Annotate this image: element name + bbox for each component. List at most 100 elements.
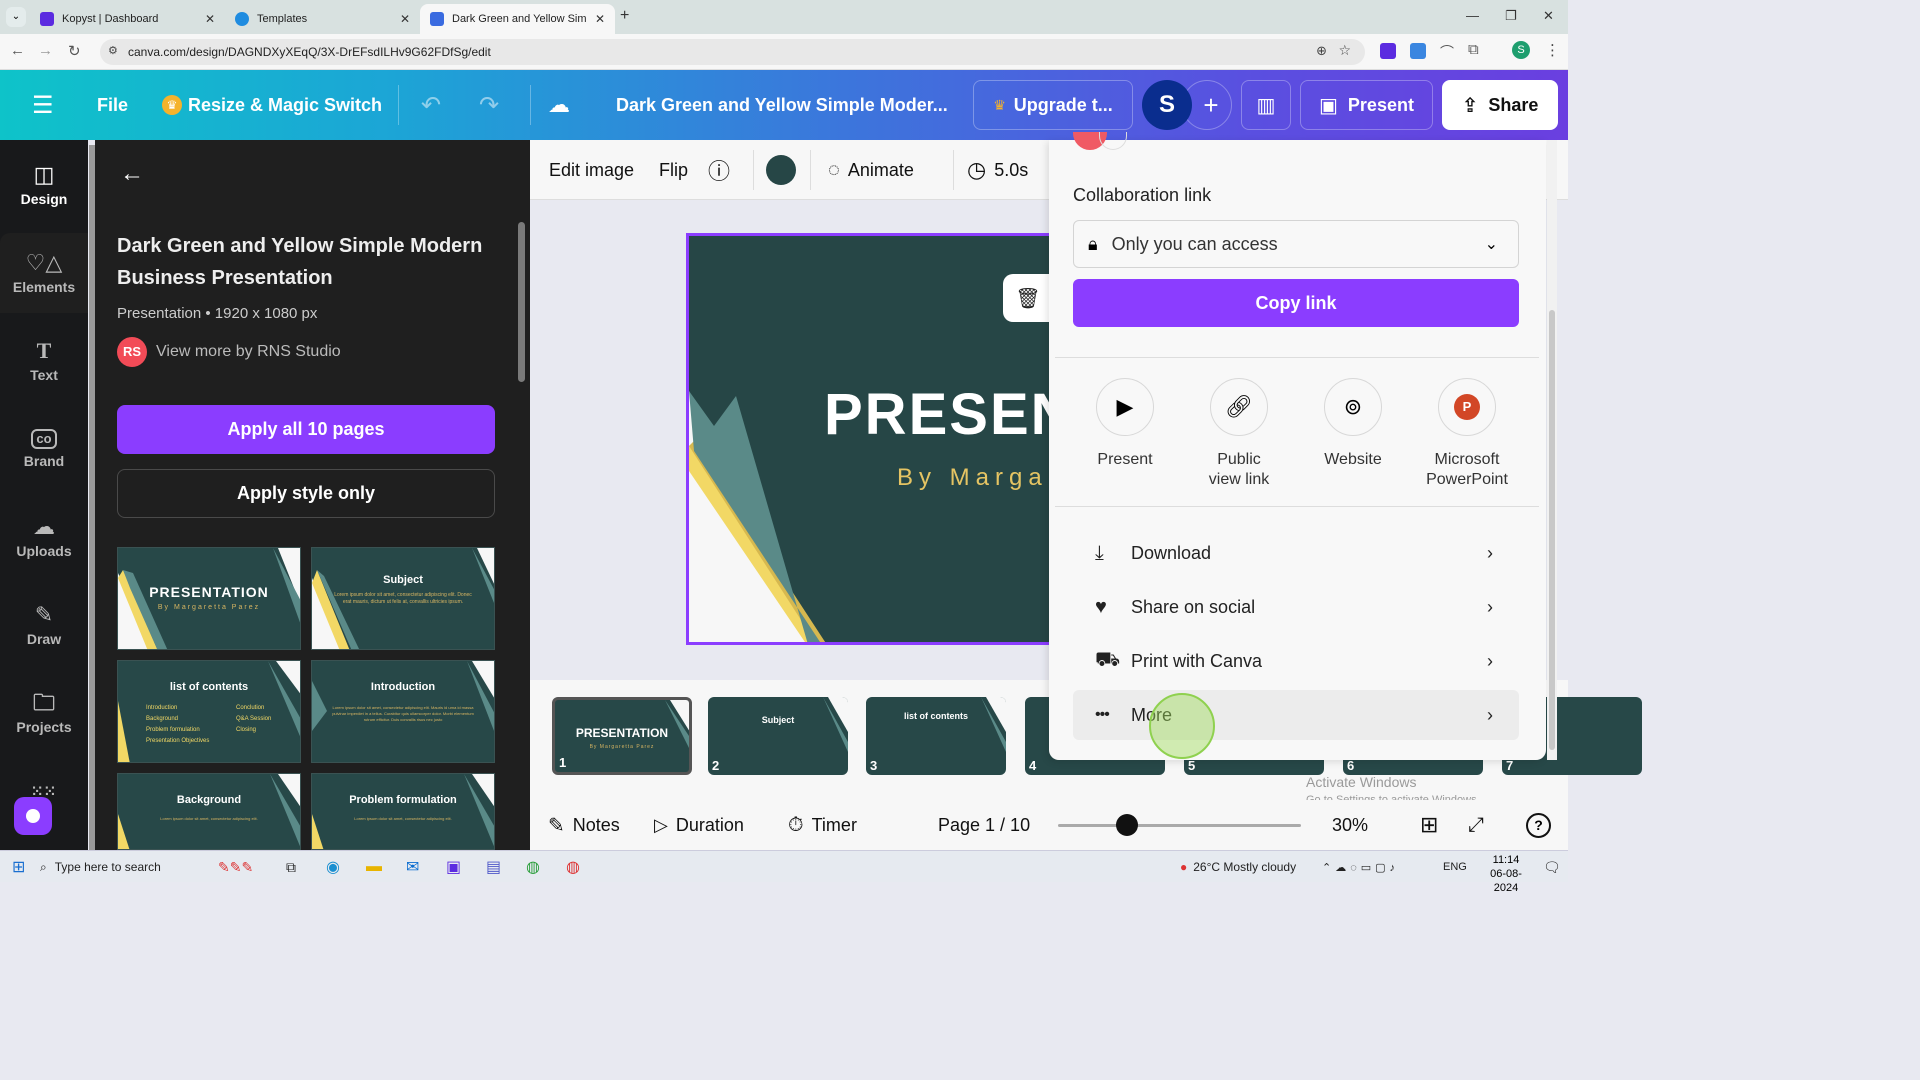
page-thumb-2[interactable]: Subject 2 <box>708 697 848 775</box>
animate-button[interactable]: ◌ Animate <box>828 140 914 200</box>
fullscreen-icon[interactable]: ⤢ <box>1468 800 1484 850</box>
kopyst-extension-icon[interactable] <box>1380 43 1396 59</box>
sidebar-item-brand[interactable]: co Brand <box>0 409 88 489</box>
close-tab-icon[interactable]: ✕ <box>400 12 410 26</box>
page-thumb-1[interactable]: PRESENTATION By Margaretta Parez 1 <box>552 697 692 775</box>
zoom-page-icon[interactable]: ⊕ <box>1316 43 1327 59</box>
color-swatch[interactable] <box>766 155 796 185</box>
url-input[interactable]: ⚙ canva.com/design/DAGNDXyXEqQ/3X-DrEFsd… <box>100 39 1365 65</box>
template-page-thumb[interactable]: Subject Lorem ipsum dolor sit amet, cons… <box>311 547 495 650</box>
upgrade-button[interactable]: ♛ Upgrade t... <box>973 80 1133 130</box>
undo-icon[interactable]: ↶ <box>421 70 441 140</box>
slide-subtitle[interactable]: By Margar <box>897 464 1062 492</box>
template-page-thumb[interactable]: PRESENTATION By Margaretta Parez <box>117 547 301 650</box>
scrollbar-thumb[interactable] <box>518 222 525 382</box>
link-icon[interactable]: 🔗︎ <box>1210 378 1268 436</box>
teams-icon[interactable]: ▤ <box>486 851 501 883</box>
page-thumb-3[interactable]: list of contents 3 <box>866 697 1006 775</box>
apply-style-only-button[interactable]: Apply style only <box>117 469 495 518</box>
slide-title[interactable]: PRESEN <box>824 381 1063 448</box>
windows-start-icon[interactable]: ⊞ <box>12 851 25 883</box>
back-icon[interactable]: ← <box>10 42 25 59</box>
scrollbar-thumb[interactable] <box>1549 310 1555 750</box>
share-panel-scrollbar[interactable] <box>1547 140 1557 760</box>
mail-icon[interactable]: ✉ <box>406 851 419 883</box>
edge-icon[interactable]: ◉ <box>326 851 340 883</box>
access-level-dropdown[interactable]: 🔒︎ Only you can access ⌄ <box>1073 220 1519 268</box>
reload-icon[interactable]: ↻ <box>68 42 81 60</box>
file-explorer-icon[interactable]: ▬ <box>366 851 382 883</box>
more-row[interactable]: ••• More › <box>1073 690 1519 740</box>
site-info-icon[interactable]: ⚙ <box>108 44 118 57</box>
kopyst-taskbar-icon[interactable]: ▣ <box>446 851 461 883</box>
clock[interactable]: 11:14 06-08-2024 <box>1478 853 1534 895</box>
new-tab-button[interactable]: + <box>620 7 629 25</box>
help-icon[interactable]: ? <box>1526 813 1551 838</box>
panel-scrollbar[interactable] <box>516 210 526 850</box>
chrome-active-icon[interactable]: ◍ <box>566 851 580 883</box>
zoom-slider-track[interactable] <box>1058 824 1301 827</box>
profile-avatar[interactable]: S <box>1512 41 1530 59</box>
website-icon[interactable]: ⊚ <box>1324 378 1382 436</box>
sidebar-item-elements[interactable]: ♡△ Elements <box>0 233 88 313</box>
duration-button[interactable]: ◷ 5.0s <box>967 140 1028 200</box>
system-tray-icons[interactable]: ⌃☁◌▭▢♪ <box>1322 851 1399 883</box>
minimize-button[interactable]: — <box>1466 8 1479 23</box>
sidebar-item-projects[interactable]: 🗀 Projects <box>0 673 88 753</box>
tab-templates[interactable]: Templates ✕ <box>225 4 420 34</box>
zoom-value[interactable]: 30% <box>1332 800 1368 850</box>
notifications-icon[interactable]: 🗨︎ <box>1543 851 1561 883</box>
sidebar-item-text[interactable]: T Text <box>0 321 88 401</box>
sidebar-item-design[interactable]: ◫ Design <box>0 145 88 225</box>
quick-action-website[interactable]: Website <box>1293 450 1413 470</box>
share-button[interactable]: ⇪ Share <box>1442 80 1558 130</box>
print-with-canva-row[interactable]: ⛟ Print with Canva › <box>1073 636 1519 686</box>
template-page-thumb[interactable]: Problem formulation Lorem ipsum dolor si… <box>311 773 495 850</box>
add-person-avatar[interactable] <box>1099 132 1127 150</box>
magic-assistant-button[interactable] <box>14 797 52 835</box>
present-icon[interactable]: ▶︎ <box>1096 378 1154 436</box>
present-button[interactable]: ▣ Present <box>1300 80 1433 130</box>
task-view-icon[interactable]: ⧉ <box>286 851 296 883</box>
extension-icon[interactable] <box>1410 43 1426 59</box>
language-indicator[interactable]: ENG <box>1443 851 1467 883</box>
file-menu-button[interactable]: File <box>97 70 128 140</box>
close-tab-icon[interactable]: ✕ <box>595 12 605 26</box>
author-link[interactable]: View more by RNS Studio <box>156 343 341 361</box>
delete-icon[interactable]: 🗑 <box>1003 274 1053 322</box>
tab-kopyst[interactable]: Kopyst | Dashboard ✕ <box>30 4 225 34</box>
close-window-button[interactable]: ✕ <box>1543 8 1554 24</box>
notes-button[interactable]: ✎ Notes <box>548 800 620 850</box>
forward-icon[interactable]: → <box>38 42 53 59</box>
copy-link-button[interactable]: Copy link <box>1073 279 1519 327</box>
template-page-thumb[interactable]: list of contents Introduction Background… <box>117 660 301 763</box>
taskbar-search[interactable]: ⌕ Type here to search <box>40 851 210 883</box>
tab-search-button[interactable]: ⌄ <box>6 7 26 27</box>
back-arrow-icon[interactable]: ← <box>120 160 144 188</box>
quick-action-present[interactable]: Present <box>1065 450 1185 470</box>
duration-toggle-button[interactable]: ▷ Duration <box>654 800 744 850</box>
browser-menu-icon[interactable]: ⋮ <box>1545 41 1560 59</box>
analytics-icon[interactable]: ▥ <box>1241 80 1291 130</box>
chrome-icon[interactable]: ◍ <box>526 851 540 883</box>
powerpoint-icon[interactable]: P <box>1438 378 1496 436</box>
quick-action-public-view-link[interactable]: Public view link <box>1179 450 1299 490</box>
redo-icon[interactable]: ↷ <box>479 70 499 140</box>
timer-button[interactable]: ⏱ Timer <box>788 800 857 850</box>
sidebar-item-draw[interactable]: ✎ Draw <box>0 585 88 665</box>
document-title[interactable]: Dark Green and Yellow Simple Moder... <box>616 70 948 140</box>
bookmark-star-icon[interactable]: ☆ <box>1338 42 1351 59</box>
resize-magic-switch-button[interactable]: ♛ Resize & Magic Switch <box>162 70 382 140</box>
main-menu-icon[interactable]: ☰ <box>32 70 54 140</box>
info-icon[interactable]: ⓘ <box>708 140 730 200</box>
extensions-puzzle-icon[interactable]: ⧉ <box>1468 41 1479 58</box>
tab-design[interactable]: Dark Green and Yellow Simple M ✕ <box>420 4 615 34</box>
quick-action-powerpoint[interactable]: Microsoft PowerPoint <box>1407 450 1527 490</box>
page-indicator[interactable]: Page 1 / 10 <box>938 800 1030 850</box>
taskbar-highlight-icon[interactable]: ✎✎✎ <box>218 851 253 883</box>
cloud-saved-icon[interactable]: ☁ <box>548 70 570 140</box>
download-row[interactable]: ⤓ Download › <box>1073 528 1519 578</box>
apply-all-pages-button[interactable]: Apply all 10 pages <box>117 405 495 454</box>
zoom-slider-handle[interactable] <box>1116 814 1139 836</box>
restore-button[interactable]: ❐ <box>1505 8 1517 24</box>
